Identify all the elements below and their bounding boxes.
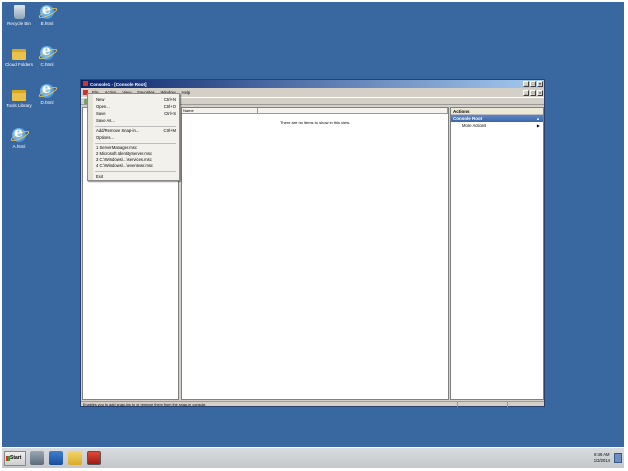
start-label: Start: [10, 455, 22, 461]
menu-item-shortcut: Ctrl+N: [164, 97, 176, 102]
menu-separator: [95, 143, 176, 144]
show-desktop-icon[interactable]: [614, 453, 622, 463]
column-header: Name: [182, 108, 448, 114]
powershell-icon[interactable]: [49, 451, 63, 465]
minimize-button[interactable]: _: [523, 81, 529, 87]
explorer-folder-icon[interactable]: [68, 451, 82, 465]
menu-item-label: Save As...: [96, 118, 115, 123]
close-button[interactable]: ×: [537, 81, 543, 87]
status-panel: [507, 402, 544, 407]
menu-separator: [95, 126, 176, 127]
column-header-blank[interactable]: [258, 108, 448, 113]
window-title: Console1 - [Console Root]: [90, 81, 147, 87]
window-titlebar[interactable]: Console1 - [Console Root] _ □ ×: [81, 80, 544, 88]
menu-help[interactable]: Help: [179, 90, 194, 95]
mmc-app-icon: [83, 81, 88, 86]
taskbar: Start 8:49 AM 1/3/2014: [2, 447, 624, 468]
menu-item-label: Add/Remove Snap-in...: [96, 128, 140, 133]
status-panel: [457, 402, 507, 407]
menu-item-save-as[interactable]: Save As...: [96, 118, 176, 124]
action-label: More Actions: [462, 123, 487, 128]
menu-item-open[interactable]: Open... Ctrl+O: [96, 104, 176, 110]
menu-item-label: Save: [96, 111, 106, 116]
server-manager-icon[interactable]: [30, 451, 44, 465]
ie-html-icon: [12, 125, 26, 142]
desktop-icon-cloud-folders[interactable]: Cloud Folders: [4, 46, 34, 67]
ie-html-icon: [40, 43, 54, 60]
menu-item-save[interactable]: Save Ctrl+S: [96, 111, 176, 117]
desktop-icon-label: B.html: [40, 21, 54, 26]
desktop-icon-label: Recycle Bin: [7, 21, 31, 26]
mmc-toolbox-icon[interactable]: [87, 451, 101, 465]
desktop-icon-c-html[interactable]: C.html: [32, 43, 62, 67]
menu-gutter: [88, 94, 93, 180]
mdi-restore-button[interactable]: □: [530, 90, 536, 96]
results-pane: Name There are no items to show in this …: [181, 107, 449, 400]
submenu-arrow-icon: ▶: [536, 123, 540, 128]
folder-icon: [12, 90, 26, 101]
column-name-header[interactable]: Name: [182, 108, 258, 113]
menu-item-label: Options...: [96, 135, 114, 140]
action-more-actions[interactable]: More Actions ▶: [451, 122, 543, 130]
desktop-icon-label: Cloud Folders: [4, 62, 33, 67]
menu-item-label: Open...: [96, 104, 110, 109]
desktop: Recycle Bin B.html Cloud Folders C.html …: [2, 2, 624, 447]
menu-separator: [95, 171, 176, 172]
desktop-icon-label: A.html: [12, 144, 26, 149]
file-menu-dropdown: New Ctrl+N Open... Ctrl+O Save Ctrl+S Save …: [87, 93, 180, 181]
folder-icon: [12, 49, 26, 60]
menu-item-shortcut: Ctrl+O: [163, 104, 176, 109]
ie-html-icon: [40, 2, 54, 19]
desktop-icon-b-html[interactable]: B.html: [32, 2, 62, 26]
menu-item-shortcut: Ctrl+M: [163, 128, 176, 133]
desktop-icon-a-html[interactable]: A.html: [4, 125, 34, 149]
restore-button[interactable]: □: [530, 81, 536, 87]
start-button[interactable]: Start: [4, 451, 26, 466]
menu-item-add-remove-snap-in[interactable]: Add/Remove Snap-in... Ctrl+M: [96, 128, 176, 134]
menu-item-label: 4 C:\Windows\...\eventvwr.msc: [96, 163, 154, 168]
actions-section-label: Console Root: [453, 116, 483, 121]
menu-item-shortcut: Ctrl+S: [164, 111, 176, 116]
status-text: Enables you to add snap-ins to or remove…: [83, 403, 207, 407]
mdi-close-button[interactable]: ×: [537, 90, 543, 96]
system-clock[interactable]: 8:49 AM 1/3/2014: [594, 452, 610, 464]
desktop-icon-recycle-bin[interactable]: Recycle Bin: [4, 5, 34, 26]
desktop-icon-label: D.html: [40, 100, 54, 105]
desktop-icon-d-html[interactable]: D.html: [32, 81, 62, 105]
actions-pane: Actions Console Root ▲ More Actions ▶: [450, 107, 544, 400]
menu-item-exit[interactable]: Exit: [96, 174, 176, 180]
mdi-minimize-button[interactable]: _: [523, 90, 529, 96]
recycle-bin-icon: [13, 5, 25, 19]
desktop-icon-label: C.html: [40, 62, 54, 67]
clock-date: 1/3/2014: [593, 458, 610, 463]
collapse-arrow-icon[interactable]: ▲: [536, 115, 540, 122]
desktop-icon-tools-library[interactable]: Tools Library: [4, 87, 34, 108]
ie-html-icon: [40, 81, 54, 98]
menu-item-options[interactable]: Options...: [96, 135, 176, 141]
menu-item-label: New: [96, 97, 105, 102]
windows-flag-icon: [6, 456, 10, 461]
actions-section-console-root[interactable]: Console Root ▲: [451, 115, 543, 122]
empty-view-text: There are no items to show in this view.: [279, 120, 351, 125]
menu-item-new[interactable]: New Ctrl+N: [96, 97, 176, 103]
screen: Recycle Bin B.html Cloud Folders C.html …: [0, 0, 628, 471]
menu-item-recent-4[interactable]: 4 C:\Windows\...\eventvwr.msc: [96, 163, 176, 169]
desktop-icon-label: Tools Library: [6, 103, 32, 108]
actions-header: Actions: [451, 108, 543, 115]
menu-item-label: Exit: [96, 174, 103, 179]
status-bar: Enables you to add snap-ins to or remove…: [81, 401, 544, 407]
